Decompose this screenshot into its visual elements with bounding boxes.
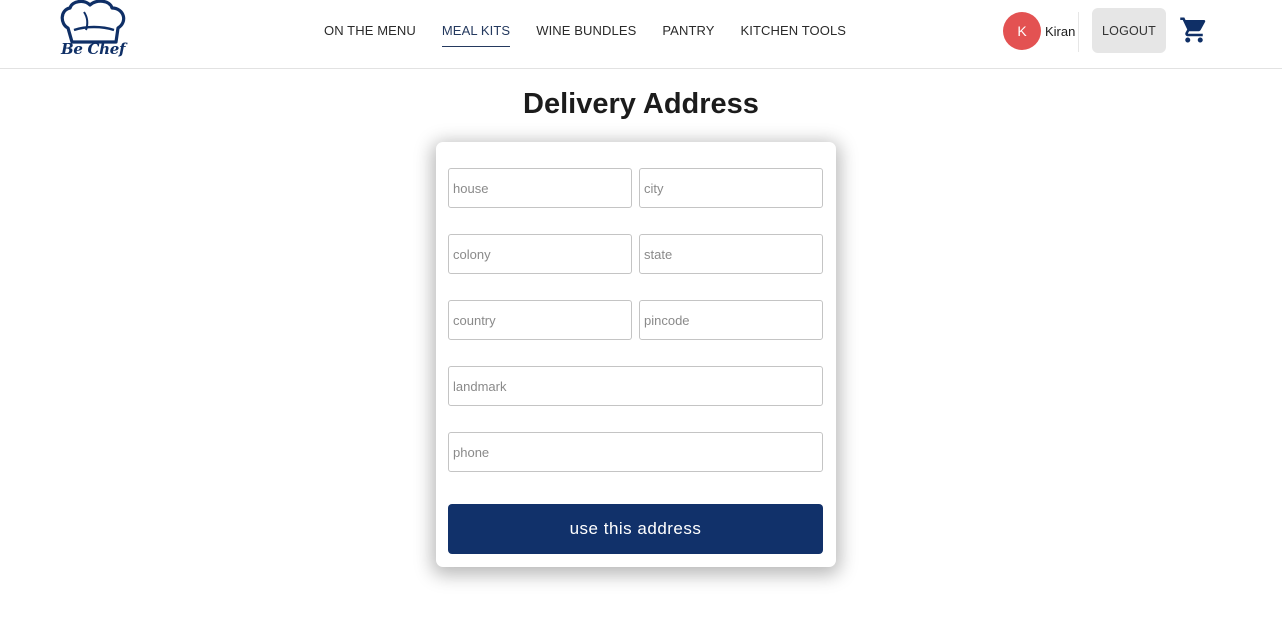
brand-logo[interactable]: Be Chef xyxy=(58,0,130,62)
page-title: Delivery Address xyxy=(523,88,759,120)
main-nav: ON THE MENU MEAL KITS WINE BUNDLES PANTR… xyxy=(311,0,859,62)
pincode-input[interactable] xyxy=(639,300,823,340)
house-input[interactable] xyxy=(448,168,632,208)
state-input[interactable] xyxy=(639,234,823,274)
address-form: use this address xyxy=(436,142,836,567)
logout-button[interactable]: LOGOUT xyxy=(1092,8,1166,53)
user-name: Kiran xyxy=(1045,23,1076,39)
user-profile[interactable]: K Kiran xyxy=(1003,12,1075,50)
phone-input[interactable] xyxy=(448,432,823,472)
nav-kitchen-tools[interactable]: KITCHEN TOOLS xyxy=(728,0,860,62)
chef-hat-icon xyxy=(60,0,126,44)
header-divider xyxy=(1078,12,1079,52)
nav-pantry[interactable]: PANTRY xyxy=(649,0,727,62)
cart-icon[interactable] xyxy=(1179,15,1209,45)
country-input[interactable] xyxy=(448,300,632,340)
nav-on-the-menu[interactable]: ON THE MENU xyxy=(311,0,429,62)
city-input[interactable] xyxy=(639,168,823,208)
use-this-address-button[interactable]: use this address xyxy=(448,504,823,554)
avatar: K xyxy=(1003,12,1041,50)
brand-name: Be Chef xyxy=(61,40,126,58)
colony-input[interactable] xyxy=(448,234,632,274)
top-navbar: Be Chef ON THE MENU MEAL KITS WINE BUNDL… xyxy=(0,0,1282,69)
nav-wine-bundles[interactable]: WINE BUNDLES xyxy=(523,0,649,62)
nav-meal-kits[interactable]: MEAL KITS xyxy=(429,0,523,62)
landmark-input[interactable] xyxy=(448,366,823,406)
